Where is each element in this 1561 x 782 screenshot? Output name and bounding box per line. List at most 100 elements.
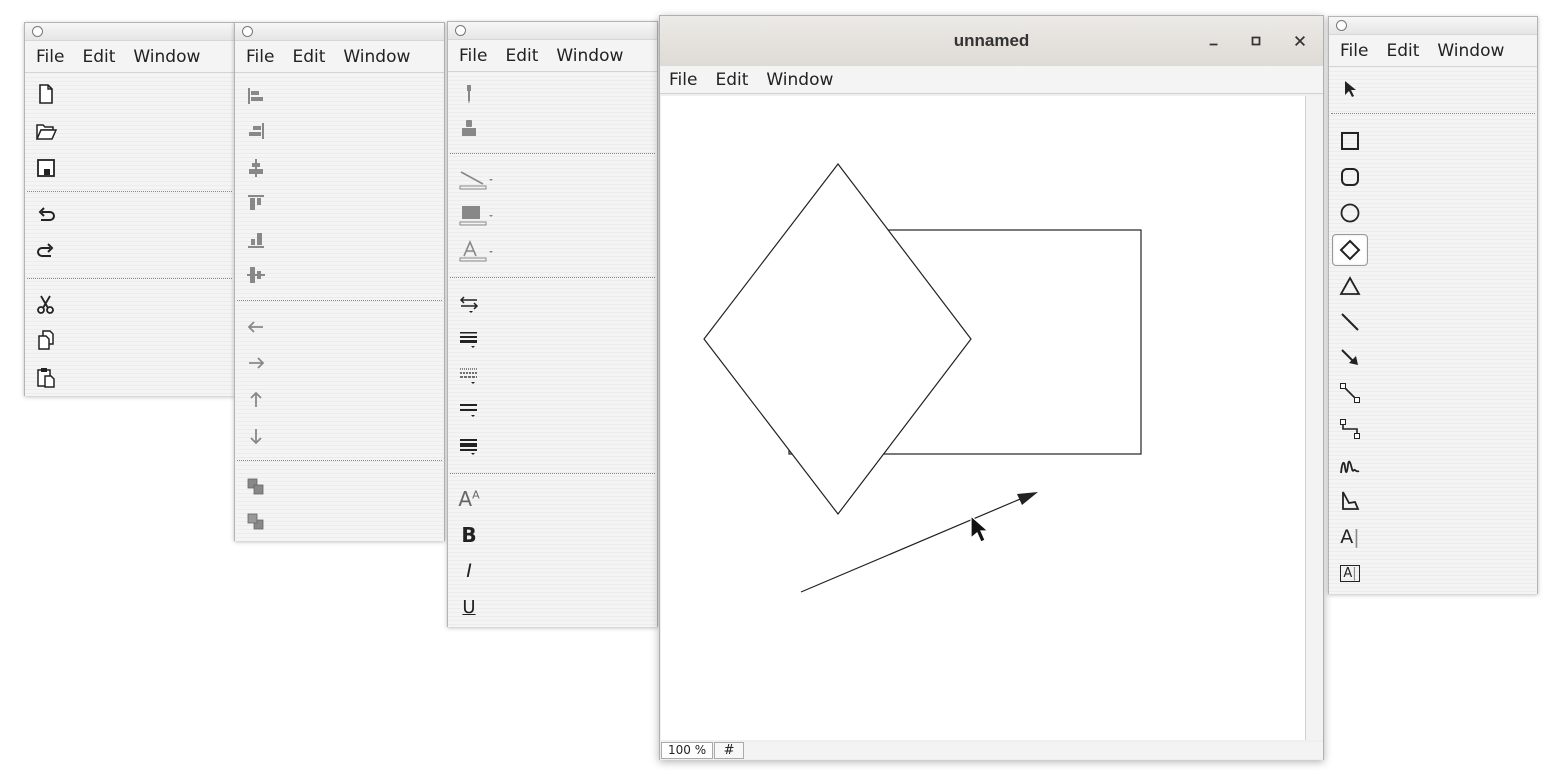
align-bottom-icon[interactable] <box>243 226 269 254</box>
rounded-rectangle-tool-icon[interactable] <box>1337 163 1363 191</box>
stroke-type-icon[interactable] <box>456 396 482 424</box>
main-window: unnamed File Edit Window 100 % # <box>659 15 1324 760</box>
text-color-icon[interactable] <box>456 237 496 265</box>
menu-edit[interactable]: Edit <box>708 70 755 90</box>
align-center-vertical-icon[interactable] <box>243 261 269 289</box>
bold-label: B <box>461 523 477 547</box>
arrow-line-figure[interactable] <box>800 496 1026 593</box>
elbow-line-tool-icon[interactable] <box>1337 415 1363 443</box>
palette-titlebar[interactable] <box>1329 17 1537 35</box>
text-area-frame: A| <box>1340 564 1360 582</box>
bring-to-front-icon[interactable] <box>243 473 269 501</box>
text-cursor-bar: | <box>1353 526 1360 548</box>
arrow-head <box>1017 492 1038 505</box>
font-size-icon[interactable]: AA <box>456 485 482 513</box>
stroke-placement-icon[interactable] <box>456 432 482 460</box>
menu-edit[interactable]: Edit <box>1379 41 1426 61</box>
undo-icon[interactable] <box>33 202 59 230</box>
horizontal-scrollbar[interactable] <box>744 741 1323 759</box>
triangle-tool-icon[interactable] <box>1337 272 1363 300</box>
italic-icon[interactable]: I <box>456 557 482 585</box>
ellipse-tool-icon[interactable] <box>1337 199 1363 227</box>
mouse-cursor-icon <box>970 514 990 543</box>
align-top-icon[interactable] <box>243 189 269 217</box>
line-tool-icon[interactable] <box>1337 308 1363 336</box>
align-center-horizontal-icon[interactable] <box>243 154 269 182</box>
minimize-button[interactable] <box>1204 31 1224 51</box>
close-button[interactable] <box>1290 31 1310 51</box>
attribute-tools-palette: File Edit Window AA B I U <box>447 21 658 627</box>
palette-close-button[interactable] <box>32 26 43 37</box>
palette-titlebar[interactable] <box>235 23 444 41</box>
new-document-icon[interactable] <box>33 80 59 108</box>
move-up-icon[interactable] <box>243 386 269 414</box>
rectangle-tool-icon[interactable] <box>1337 127 1363 155</box>
menu-file[interactable]: File <box>1333 41 1375 61</box>
cut-scissors-icon[interactable] <box>33 291 59 319</box>
pick-attributes-icon[interactable] <box>456 80 482 108</box>
arrow-style-icon[interactable] <box>456 289 482 317</box>
menu-window[interactable]: Window <box>336 47 417 67</box>
menu-window[interactable]: Window <box>126 47 207 67</box>
palette-close-button[interactable] <box>1336 20 1347 31</box>
drawing-tools: A| A| <box>1329 68 1537 594</box>
main-menubar: File Edit Window <box>660 66 1323 94</box>
window-title: unnamed <box>953 31 1030 50</box>
main-titlebar[interactable]: unnamed <box>660 16 1323 66</box>
redo-icon[interactable] <box>33 238 59 266</box>
underline-icon[interactable]: U <box>456 593 482 621</box>
zoom-level[interactable]: 100 % <box>661 741 714 759</box>
minimize-icon <box>1209 43 1218 46</box>
apply-attributes-icon[interactable] <box>456 115 482 143</box>
menu-window[interactable]: Window <box>759 70 840 90</box>
diamond-figure[interactable] <box>703 163 972 515</box>
menu-file[interactable]: File <box>452 46 494 66</box>
align-right-icon[interactable] <box>243 117 269 145</box>
paste-icon[interactable] <box>33 363 59 391</box>
arrow-tool-icon[interactable] <box>1337 343 1363 371</box>
fill-color-icon[interactable] <box>456 201 496 229</box>
grid-toggle-button[interactable]: # <box>714 741 745 759</box>
vertical-scrollbar[interactable] <box>1305 96 1323 741</box>
menu-edit[interactable]: Edit <box>498 46 545 66</box>
selection-tool-icon[interactable] <box>1337 75 1363 103</box>
text-tool-label: A| <box>1340 526 1359 548</box>
align-left-icon[interactable] <box>243 82 269 110</box>
move-right-icon[interactable] <box>243 349 269 377</box>
align-tools <box>235 74 444 541</box>
send-to-back-icon[interactable] <box>243 508 269 536</box>
palette-titlebar[interactable] <box>448 22 657 40</box>
link-line-tool-icon[interactable] <box>1337 379 1363 407</box>
palette-close-button[interactable] <box>455 25 466 36</box>
text-tool-icon[interactable]: A| <box>1337 523 1363 551</box>
stroke-dash-icon[interactable] <box>456 361 482 389</box>
drawing-canvas[interactable] <box>661 96 1305 740</box>
menu-window[interactable]: Window <box>549 46 630 66</box>
move-down-icon[interactable] <box>243 422 269 450</box>
maximize-button[interactable] <box>1246 31 1266 51</box>
open-folder-icon[interactable] <box>33 117 59 145</box>
menu-file[interactable]: File <box>239 47 281 67</box>
attribute-tools: AA B I U <box>448 73 657 627</box>
copy-icon[interactable] <box>33 326 59 354</box>
scribble-tool-icon[interactable] <box>1337 451 1363 479</box>
menu-edit[interactable]: Edit <box>285 47 332 67</box>
text-area-tool-icon[interactable]: A| <box>1337 559 1363 587</box>
palette-close-button[interactable] <box>242 26 253 37</box>
palette-menubar: File Edit Window <box>448 40 657 72</box>
menu-file[interactable]: File <box>662 70 704 90</box>
menu-edit[interactable]: Edit <box>75 47 122 67</box>
text-area-glyph: A <box>1343 565 1353 581</box>
drawing-tools-palette: File Edit Window A| A| <box>1328 16 1538 594</box>
diamond-tool-icon[interactable] <box>1332 234 1368 266</box>
stroke-color-icon[interactable] <box>456 165 496 193</box>
move-left-icon[interactable] <box>243 313 269 341</box>
menu-file[interactable]: File <box>29 47 71 67</box>
stroke-width-icon[interactable] <box>456 325 482 353</box>
file-tools-palette: File Edit Window <box>24 22 235 396</box>
polygon-tool-icon[interactable] <box>1337 487 1363 515</box>
palette-titlebar[interactable] <box>25 23 234 41</box>
bold-icon[interactable]: B <box>456 521 482 549</box>
menu-window[interactable]: Window <box>1430 41 1511 61</box>
save-disk-icon[interactable] <box>33 154 59 182</box>
